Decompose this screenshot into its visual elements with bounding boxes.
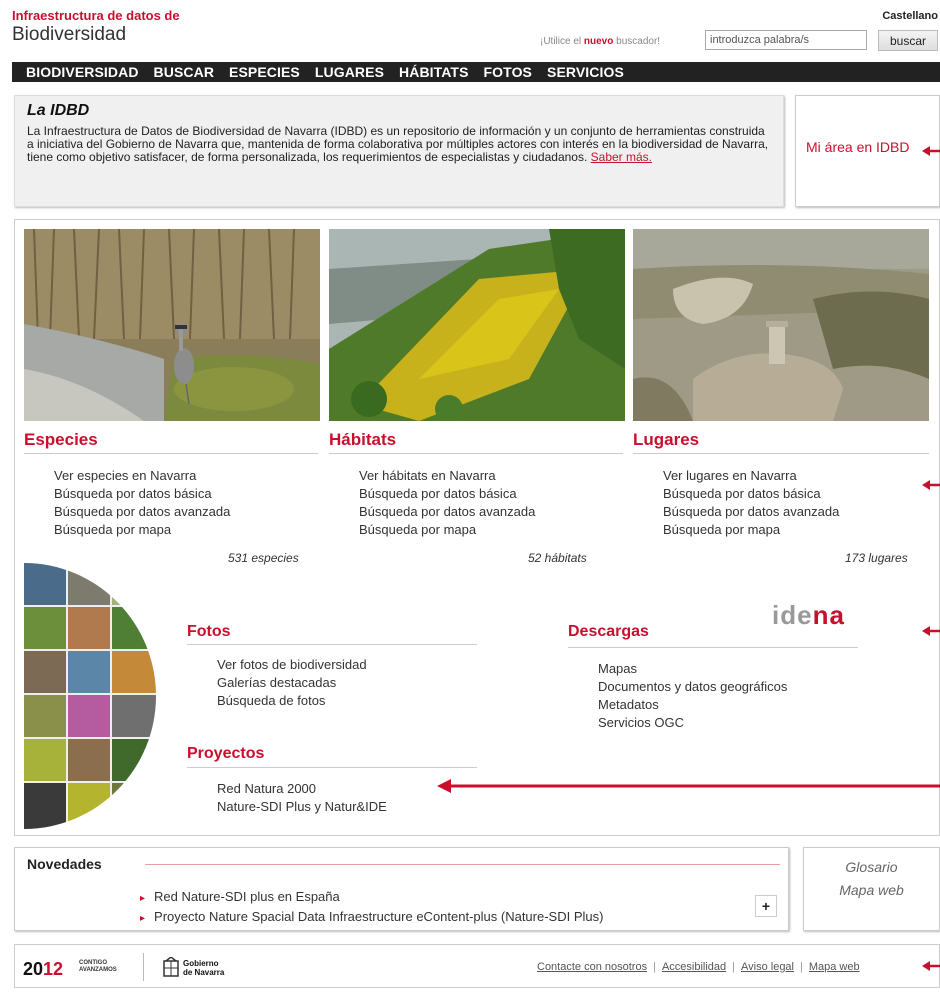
descargas-link-documentos[interactable]: Documentos y datos geográficos (598, 678, 787, 696)
divider (187, 767, 477, 768)
novedades-title: Novedades (27, 856, 102, 872)
descargas-links: Mapas Documentos y datos geográficos Met… (598, 660, 787, 732)
novedades-item[interactable]: Proyecto Nature Spacial Data Infraestruc… (140, 908, 603, 928)
especies-link-ver[interactable]: Ver especies en Navarra (54, 467, 230, 485)
fotos-link-busqueda[interactable]: Búsqueda de fotos (217, 692, 367, 710)
especies-links: Ver especies en Navarra Búsqueda por dat… (54, 467, 230, 539)
nav-item-habitats[interactable]: HÁBITATS (399, 64, 469, 80)
footer-link-accesibilidad[interactable]: Accesibilidad (662, 961, 726, 973)
descargas-title[interactable]: Descargas (568, 623, 649, 641)
search-button[interactable]: buscar (878, 30, 938, 51)
divider (24, 453, 318, 454)
divider (145, 864, 780, 865)
nav-item-fotos[interactable]: FOTOS (484, 64, 532, 80)
fotos-link-galerias[interactable]: Galerías destacadas (217, 674, 367, 692)
annotation-arrow-icon (437, 779, 940, 793)
campaign-logo: 2012 (23, 959, 64, 979)
glosario-link[interactable]: Glosario (804, 856, 939, 879)
more-news-button[interactable]: + (755, 895, 777, 917)
lugares-link-avanzada[interactable]: Búsqueda por datos avanzada (663, 503, 839, 521)
gobierno-navarra-logo[interactable]: Gobierno de Navarra (163, 956, 253, 979)
especies-image[interactable] (24, 229, 320, 421)
fotos-link-ver[interactable]: Ver fotos de biodiversidad (217, 656, 367, 674)
my-area-box: Mi área en IDBD (795, 95, 940, 207)
intro-text: La Infraestructura de Datos de Biodivers… (27, 124, 769, 164)
proyectos-link-nature-sdi[interactable]: Nature-SDI Plus y Natur&IDE (217, 798, 387, 816)
footer: 2012 CONTIGO AVANZAMOS Gobierno de Navarra… (14, 944, 940, 988)
especies-link-mapa[interactable]: Búsqueda por mapa (54, 521, 230, 539)
footer-link-contacto[interactable]: Contacte con nosotros (537, 961, 647, 973)
annotation-arrow-icon (922, 480, 940, 490)
search-input[interactable] (705, 30, 867, 50)
especies-count: 531 especies (228, 551, 299, 565)
mapa-web-link[interactable]: Mapa web (804, 879, 939, 902)
language-selector[interactable]: Castellano (882, 10, 938, 22)
descargas-link-mapas[interactable]: Mapas (598, 660, 787, 678)
saber-mas-link[interactable]: Saber más. (591, 150, 652, 164)
intro-box: La IDBD La Infraestructura de Datos de B… (14, 95, 784, 207)
especies-title[interactable]: Especies (24, 430, 98, 450)
lugares-link-ver[interactable]: Ver lugares en Navarra (663, 467, 839, 485)
campaign-logo-text: CONTIGO AVANZAMOS (79, 960, 117, 973)
novedades-box: Novedades Red Nature-SDI plus en España … (14, 847, 789, 931)
lugares-link-mapa[interactable]: Búsqueda por mapa (663, 521, 839, 539)
descargas-link-ogc[interactable]: Servicios OGC (598, 714, 787, 732)
photo-mosaic-image[interactable] (24, 563, 156, 829)
annotation-arrow-icon (922, 146, 940, 156)
footer-link-aviso-legal[interactable]: Aviso legal (741, 961, 794, 973)
footer-links: Contacte con nosotros | Accesibilidad | Avis… (537, 961, 860, 973)
habitats-count: 52 hábitats (528, 551, 587, 565)
lugares-title[interactable]: Lugares (633, 430, 699, 450)
main-nav: BIODIVERSIDAD BUSCAR ESPECIES LUGARES HÁ… (12, 62, 940, 82)
lugares-image[interactable] (633, 229, 929, 421)
annotation-arrow-icon (922, 961, 940, 971)
especies-link-basica[interactable]: Búsqueda por datos básica (54, 485, 230, 503)
habitats-image[interactable] (329, 229, 625, 421)
nav-item-lugares[interactable]: LUGARES (315, 64, 384, 80)
novedades-item[interactable]: Red Nature-SDI plus en España (140, 888, 603, 908)
fotos-title[interactable]: Fotos (187, 623, 231, 641)
divider (568, 647, 858, 648)
brand-title-line1[interactable]: Infraestructura de datos de (12, 8, 180, 23)
nav-item-servicios[interactable]: SERVICIOS (547, 64, 624, 80)
habitats-link-mapa[interactable]: Búsqueda por mapa (359, 521, 535, 539)
nav-item-biodiversidad[interactable]: BIODIVERSIDAD (26, 64, 139, 80)
annotation-arrow-icon (922, 626, 940, 636)
lugares-links: Ver lugares en Navarra Búsqueda por dato… (663, 467, 839, 539)
footer-link-mapa-web[interactable]: Mapa web (809, 961, 860, 973)
side-links-box: Glosario Mapa web (803, 847, 940, 931)
descargas-link-metadatos[interactable]: Metadatos (598, 696, 787, 714)
divider (329, 453, 623, 454)
my-area-link[interactable]: Mi área en IDBD (806, 139, 909, 155)
coat-of-arms-icon (163, 956, 179, 977)
fotos-links: Ver fotos de biodiversidad Galerías dest… (217, 656, 367, 710)
habitats-links: Ver hábitats en Navarra Búsqueda por dat… (359, 467, 535, 539)
proyectos-links: Red Natura 2000 Nature-SDI Plus y Natur&… (217, 780, 387, 816)
habitats-link-avanzada[interactable]: Búsqueda por datos avanzada (359, 503, 535, 521)
habitats-title[interactable]: Hábitats (329, 430, 396, 450)
proyectos-title[interactable]: Proyectos (187, 745, 264, 763)
divider (633, 453, 929, 454)
intro-title: La IDBD (27, 102, 90, 119)
brand-title-line2[interactable]: Biodiversidad (12, 24, 126, 46)
novedades-list: Red Nature-SDI plus en España Proyecto N… (140, 888, 603, 928)
divider (143, 953, 144, 981)
lugares-link-basica[interactable]: Búsqueda por datos básica (663, 485, 839, 503)
especies-link-avanzada[interactable]: Búsqueda por datos avanzada (54, 503, 230, 521)
search-hint: ¡Utilice el nuevo buscador! (540, 36, 661, 47)
habitats-link-basica[interactable]: Búsqueda por datos básica (359, 485, 535, 503)
proyectos-link-red-natura[interactable]: Red Natura 2000 (217, 780, 387, 798)
divider (187, 644, 477, 645)
lugares-count: 173 lugares (845, 551, 908, 565)
nav-item-especies[interactable]: ESPECIES (229, 64, 300, 80)
idena-logo[interactable]: idena (772, 600, 845, 631)
nav-item-buscar[interactable]: BUSCAR (154, 64, 215, 80)
habitats-link-ver[interactable]: Ver hábitats en Navarra (359, 467, 535, 485)
